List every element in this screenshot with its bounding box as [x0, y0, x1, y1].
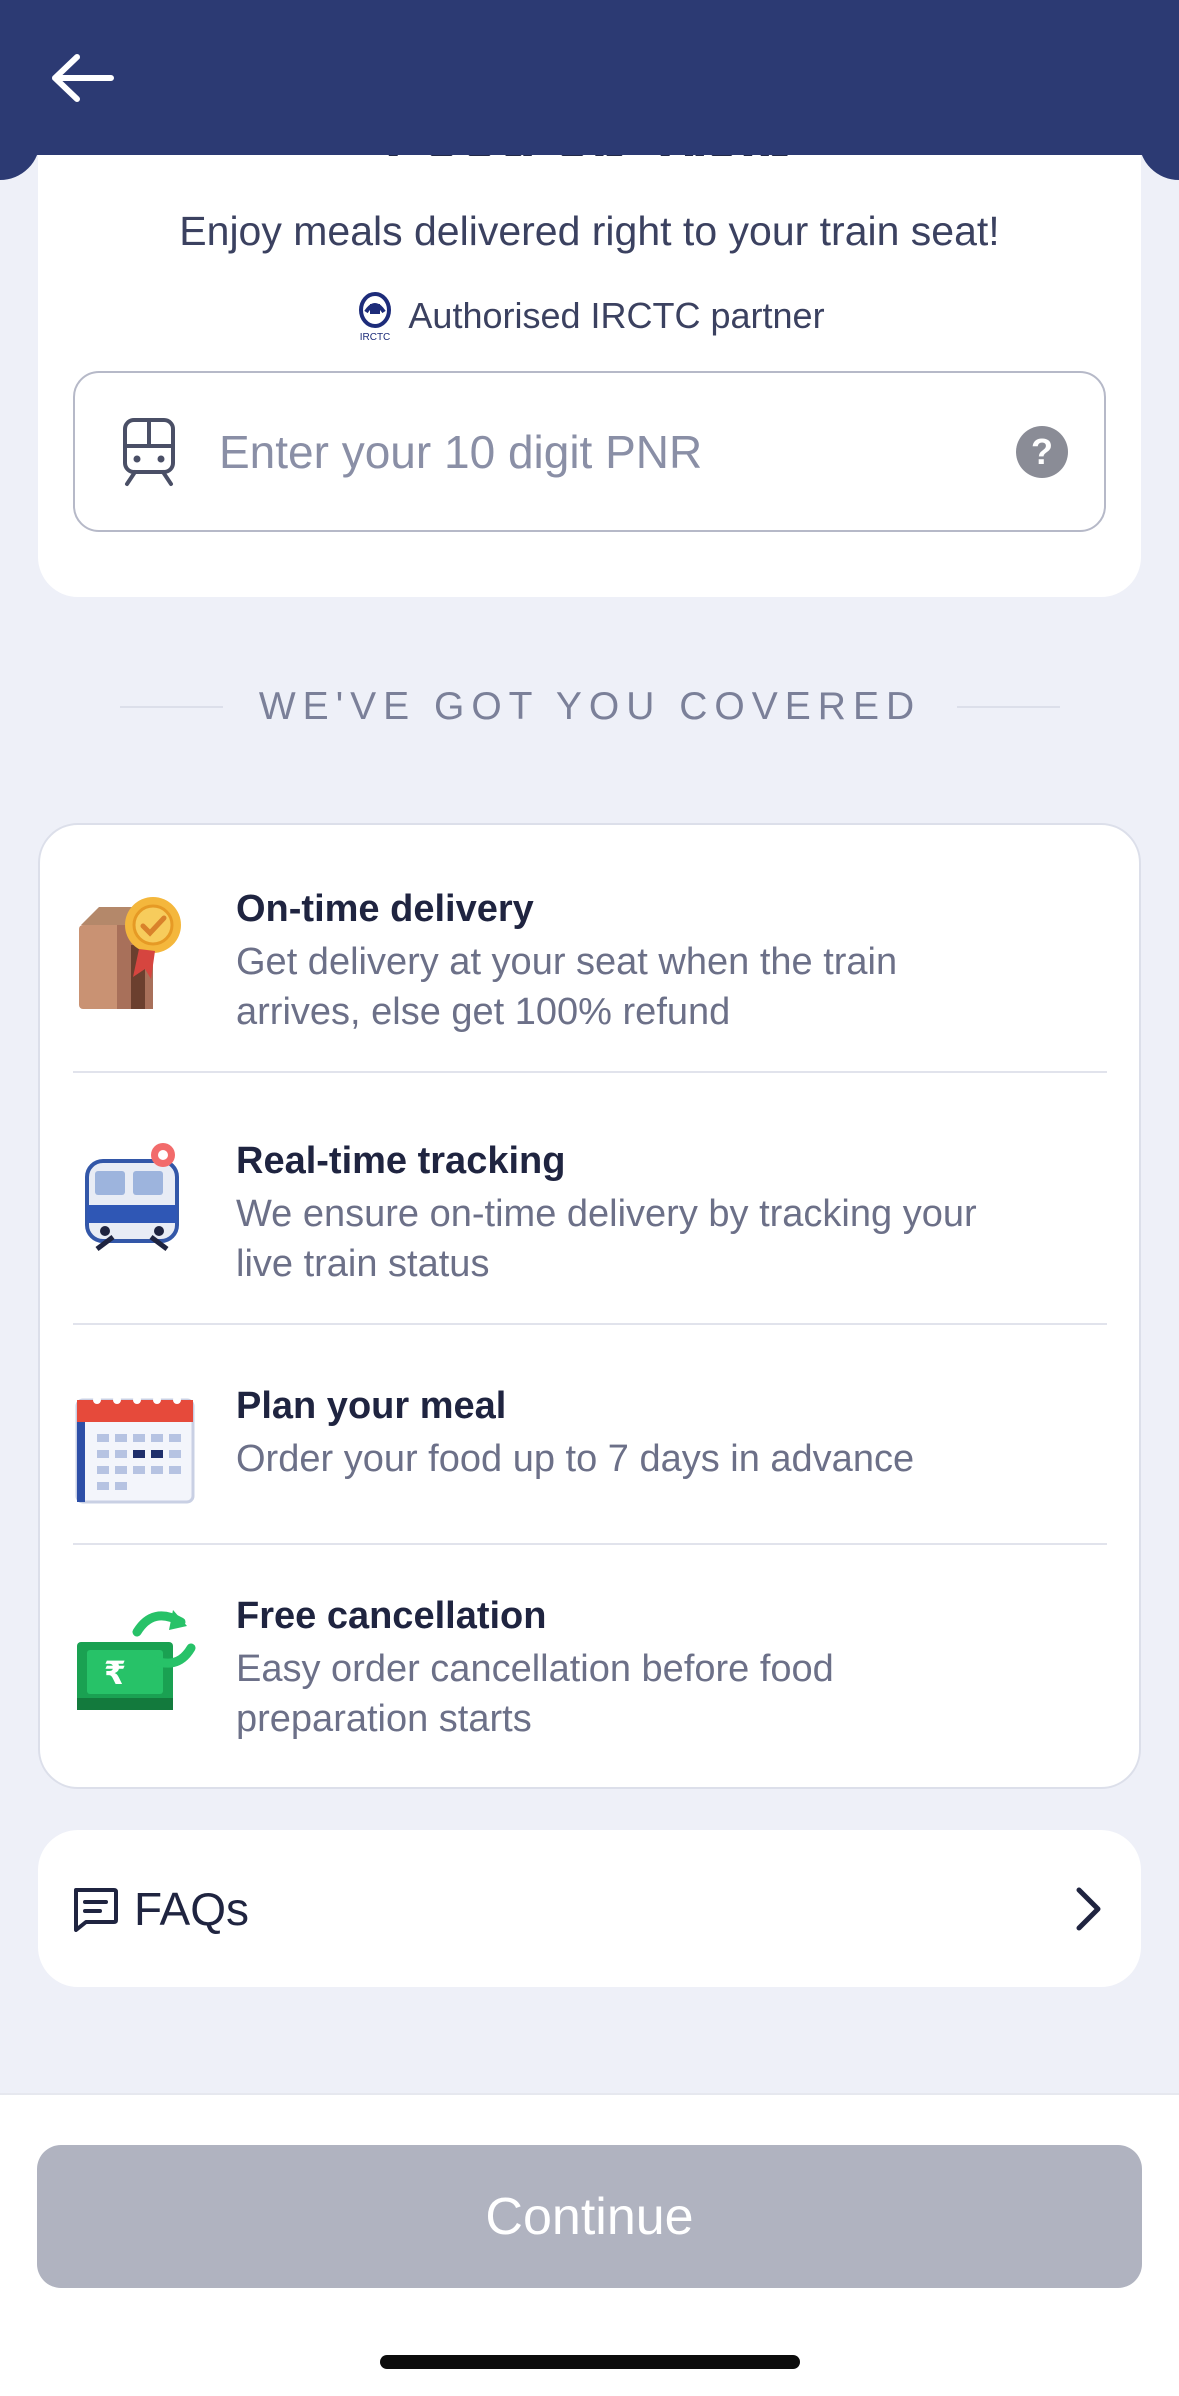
feature-title: On-time delivery [236, 888, 534, 930]
feature-text: Plan your meal Order your food up to 7 d… [236, 1382, 914, 1484]
feature-title: Plan your meal [236, 1385, 507, 1427]
irctc-logo-icon: IRCTC [359, 292, 392, 342]
hero-subtitle: Enjoy meals delivered right to your trai… [179, 208, 1000, 254]
svg-text:IRCTC: IRCTC [360, 332, 391, 342]
continue-button[interactable]: Continue [37, 2145, 1142, 2288]
help-glyph: ? [1031, 430, 1053, 472]
feature-title: Real-time tracking [236, 1140, 566, 1182]
refund-cash-icon: ₹ [77, 1610, 196, 1710]
calendar-icon [75, 1396, 195, 1504]
feature-plan-your-meal: Plan your meal Order your food up to 7 d… [73, 1382, 1107, 1512]
feature-description-line: arrives, else get 100% refund [236, 991, 731, 1033]
feature-description: Get delivery at your seat when the train… [236, 937, 897, 1037]
svg-text:₹: ₹ [104, 1654, 126, 1692]
feature-description-line: preparation starts [236, 1698, 532, 1740]
heading-divider-left [120, 706, 223, 708]
feature-divider [73, 1071, 1107, 1073]
bottom-action-bar: Continue [0, 2093, 1179, 2396]
chevron-right-icon [1076, 1887, 1101, 1930]
feature-description-line: Easy order cancellation before food [236, 1648, 834, 1690]
section-heading-label: WE'VE GOT YOU COVERED [258, 685, 922, 728]
feature-description: We ensure on-time delivery by tracking y… [236, 1189, 977, 1289]
feature-description: Order your food up to 7 days in advance [236, 1434, 914, 1484]
feature-real-time-tracking: Real-time tracking We ensure on-time del… [73, 1137, 1107, 1289]
page: Food on Train Enjoy meals delivered righ… [0, 0, 1179, 2396]
back-button[interactable] [40, 40, 126, 116]
train-icon [123, 417, 175, 486]
feature-on-time-delivery: On-time delivery Get delivery at your se… [73, 885, 1107, 1037]
faqs-button[interactable]: FAQs [38, 1830, 1141, 1987]
heading-divider-right [957, 706, 1061, 708]
feature-description: Easy order cancellation before food prep… [236, 1644, 834, 1744]
feature-description-line: We ensure on-time delivery by tracking y… [236, 1193, 977, 1235]
train-tracking-icon [85, 1143, 179, 1251]
help-icon[interactable]: ? [1016, 425, 1068, 478]
feature-description-line: Order your food up to 7 days in advance [236, 1438, 915, 1480]
irctc-partner-row: IRCTC Authorised IRCTC partner [0, 290, 1179, 342]
pnr-input[interactable] [219, 411, 979, 492]
home-indicator [380, 2355, 800, 2369]
features-card: On-time delivery Get delivery at your se… [38, 823, 1141, 1789]
pnr-input-field[interactable]: ? [73, 371, 1106, 532]
feature-text: On-time delivery Get delivery at your se… [236, 885, 897, 1037]
feature-text: Free cancellation Easy order cancellatio… [236, 1592, 834, 1744]
section-heading: WE'VE GOT YOU COVERED [120, 685, 1061, 729]
feature-text: Real-time tracking We ensure on-time del… [236, 1137, 977, 1289]
arrow-left-icon [52, 54, 114, 102]
feature-title: Free cancellation [236, 1595, 547, 1637]
feature-description-line: live train status [236, 1243, 490, 1285]
feature-free-cancellation: ₹ Free cancellation Easy order cancellat… [73, 1592, 1107, 1744]
feature-description-line: Get delivery at your seat when the train [236, 941, 898, 983]
feature-divider [73, 1323, 1107, 1325]
food-bag-badge-icon [79, 897, 181, 1009]
feature-divider [73, 1543, 1107, 1545]
top-app-bar [0, 0, 1179, 155]
chat-icon [74, 1887, 118, 1932]
irctc-partner-text: Authorised IRCTC partner [408, 295, 825, 336]
faqs-label: FAQs [134, 1882, 250, 1935]
